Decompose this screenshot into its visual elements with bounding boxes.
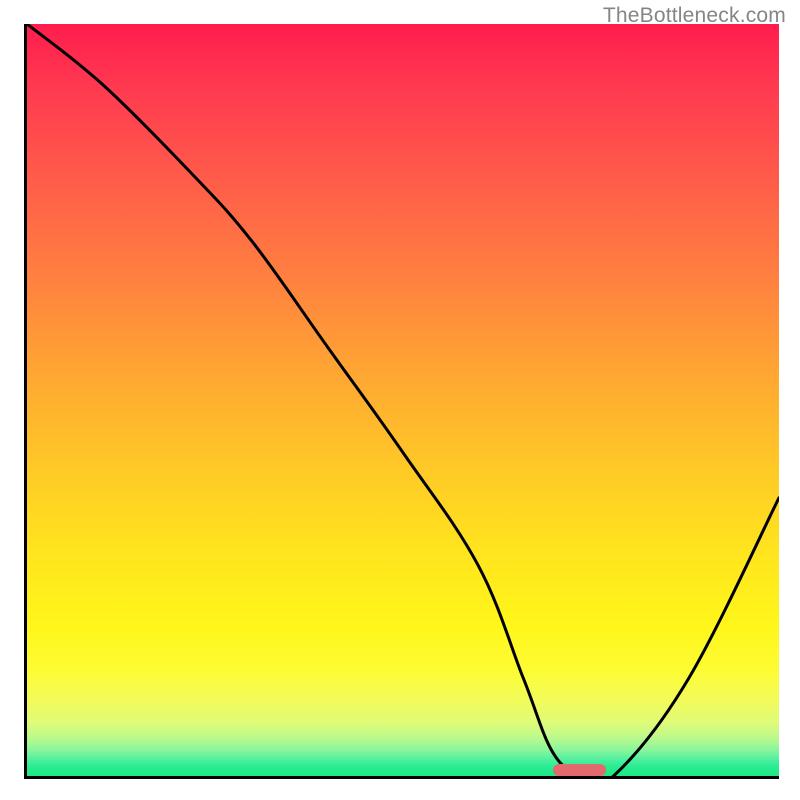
plot-area: [24, 24, 779, 779]
optimal-range-marker: [553, 764, 606, 776]
chart-container: TheBottleneck.com: [0, 0, 800, 800]
curve-svg: [27, 24, 779, 776]
bottleneck-curve: [27, 24, 779, 776]
